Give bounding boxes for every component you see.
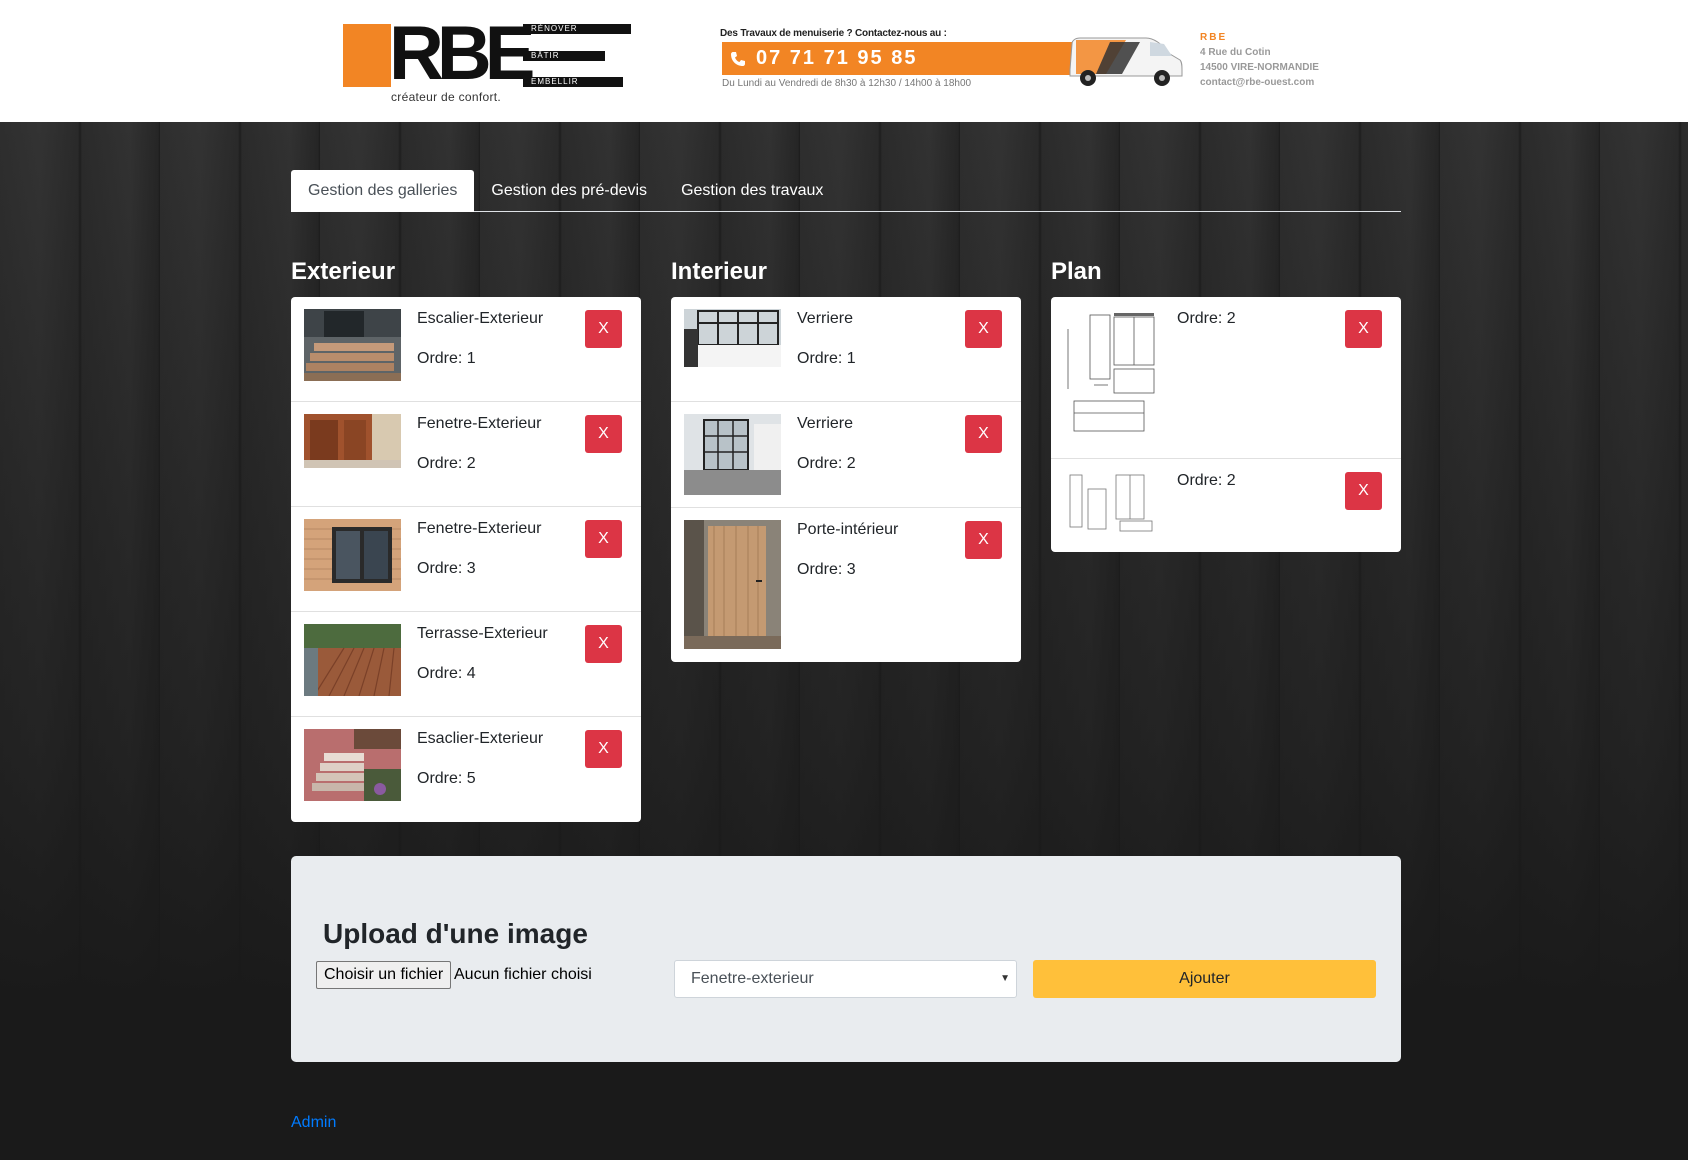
item-title: Esaclier-Exterieur [417, 730, 544, 747]
logo-letters: RBE [389, 11, 535, 96]
logo-tagline: créateur de confort. [391, 90, 502, 104]
item-order: Ordre: 2 [797, 455, 856, 472]
column-title-plan: Plan [1051, 258, 1102, 285]
phone-number: 07 71 71 95 85 [756, 47, 918, 69]
item-title: Escalier-Exterieur [417, 310, 544, 327]
address-city: 14500 VIRE-NORMANDIE [1200, 62, 1319, 73]
item-order: Ordre: 4 [417, 665, 476, 682]
site-header: RBE RÉNOVER BÂTIR EMBELLIR créateur de c… [0, 0, 1688, 122]
item-title: Verriere [797, 310, 854, 327]
list-item: Fenetre-Exterieur Ordre: 2 X [291, 402, 641, 507]
add-button[interactable]: Ajouter [1033, 960, 1376, 998]
upload-panel: Upload d'une image Choisir un fichier Au… [291, 856, 1401, 1062]
list-item: Porte-intérieur Ordre: 3 X [671, 508, 1021, 662]
list-item: Verriere Ordre: 2 X [671, 402, 1021, 508]
contact-banner: Des Travaux de menuiserie ? Contactez-no… [720, 28, 1072, 89]
logo-bars: RÉNOVER BÂTIR EMBELLIR [523, 24, 631, 87]
logo-bar-embellir: EMBELLIR [523, 77, 623, 87]
item-order: Ordre: 3 [797, 561, 856, 578]
delete-button[interactable]: X [585, 730, 622, 768]
item-order: Ordre: 3 [417, 560, 476, 577]
admin-link[interactable]: Admin [291, 1114, 336, 1132]
tab-pre-devis[interactable]: Gestion des pré-devis [474, 170, 664, 212]
address-street: 4 Rue du Cotin [1200, 47, 1271, 58]
logo-orange-block [343, 24, 391, 87]
upload-title: Upload d'une image [323, 918, 588, 949]
item-order: Ordre: 2 [1177, 472, 1236, 489]
van-icon [1069, 37, 1183, 86]
delete-button[interactable]: X [1345, 310, 1382, 348]
blueprint-thumbnail [1064, 471, 1161, 533]
item-title: Terrasse-Exterieur [417, 625, 548, 642]
stairs-thumbnail [304, 729, 401, 801]
logo-bar-renover: RÉNOVER [523, 24, 631, 34]
tab-travaux[interactable]: Gestion des travaux [664, 170, 840, 212]
item-title: Fenetre-Exterieur [417, 520, 542, 537]
terrace-thumbnail [304, 624, 401, 696]
address-email[interactable]: contact@rbe-ouest.com [1200, 75, 1319, 90]
choose-file-button[interactable]: Choisir un fichier [316, 961, 452, 989]
gallery-card-plan: Ordre: 2 X Ordre: 2 X [1051, 297, 1401, 552]
category-selected-value: Fenetre-exterieur [691, 970, 814, 987]
list-item: Escalier-Exterieur Ordre: 1 X [291, 297, 641, 402]
window-thumbnail [304, 519, 401, 591]
delete-button[interactable]: X [965, 310, 1002, 348]
list-item: Fenetre-Exterieur Ordre: 3 X [291, 507, 641, 612]
item-title: Verriere [797, 415, 854, 432]
phone-strip[interactable]: 07 71 71 95 85 [722, 42, 1072, 75]
glass-wall-thumbnail [684, 309, 781, 367]
list-item: Esaclier-Exterieur Ordre: 5 X [291, 717, 641, 822]
delete-button[interactable]: X [1345, 472, 1382, 510]
file-status: Aucun fichier choisi [454, 966, 592, 983]
blueprint-thumbnail [1064, 309, 1161, 439]
gallery-card-exterieur: Escalier-Exterieur Ordre: 1 X Fenetre-Ex… [291, 297, 641, 822]
item-title: Fenetre-Exterieur [417, 415, 542, 432]
company-address: RBE 4 Rue du Cotin 14500 VIRE-NORMANDIE … [1200, 30, 1319, 90]
list-item: Verriere Ordre: 1 X [671, 297, 1021, 402]
delete-button[interactable]: X [585, 520, 622, 558]
item-order: Ordre: 5 [417, 770, 476, 787]
chevron-down-icon: ▼ [1000, 973, 1010, 984]
delete-button[interactable]: X [585, 625, 622, 663]
column-title-interieur: Interieur [671, 258, 768, 285]
opening-hours: Du Lundi au Vendredi de 8h30 à 12h30 / 1… [722, 78, 972, 89]
stairs-thumbnail [304, 309, 401, 381]
logo-bar-batir: BÂTIR [523, 51, 605, 61]
item-order: Ordre: 2 [417, 455, 476, 472]
door-thumbnail [684, 520, 781, 649]
rbe-logo[interactable]: RBE RÉNOVER BÂTIR EMBELLIR créateur de c… [343, 16, 633, 104]
admin-tabs: Gestion des galleries Gestion des pré-de… [291, 170, 1401, 212]
tab-galleries[interactable]: Gestion des galleries [291, 170, 475, 212]
delete-button[interactable]: X [585, 310, 622, 348]
item-order: Ordre: 2 [1177, 310, 1236, 327]
delete-button[interactable]: X [585, 415, 622, 453]
column-title-exterieur: Exterieur [291, 258, 396, 285]
item-title: Porte-intérieur [797, 521, 899, 538]
delete-button[interactable]: X [965, 521, 1002, 559]
category-select[interactable]: Fenetre-exterieur ▼ [674, 960, 1017, 998]
item-order: Ordre: 1 [417, 350, 476, 367]
glass-wall-thumbnail [684, 414, 781, 495]
window-thumbnail [304, 414, 401, 468]
gallery-card-interieur: Verriere Ordre: 1 X Verriere Ordre: 2 X … [671, 297, 1021, 662]
list-item: Ordre: 2 X [1051, 297, 1401, 459]
item-order: Ordre: 1 [797, 350, 856, 367]
list-item: Ordre: 2 X [1051, 459, 1401, 552]
phone-icon [731, 51, 745, 66]
contact-intro: Des Travaux de menuiserie ? Contactez-no… [720, 28, 947, 39]
list-item: Terrasse-Exterieur Ordre: 4 X [291, 612, 641, 717]
delete-button[interactable]: X [965, 415, 1002, 453]
address-company: RBE [1200, 32, 1228, 43]
